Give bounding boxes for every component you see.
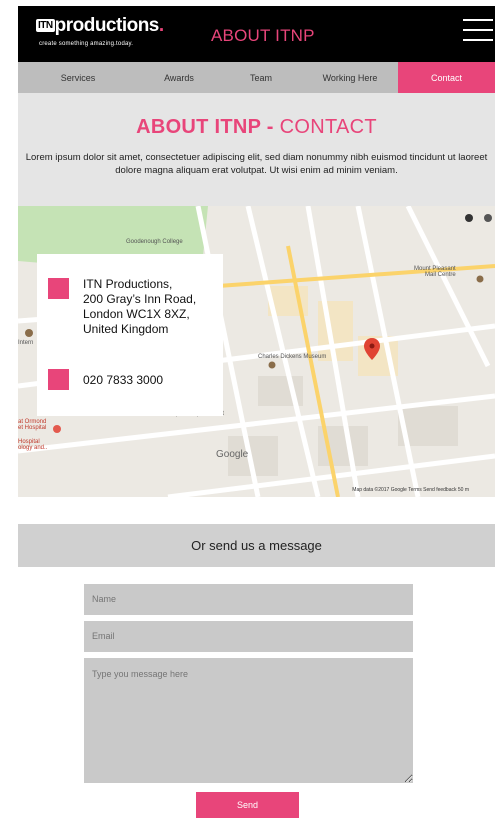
logo-tagline: create something amazing.today. bbox=[39, 41, 134, 47]
map-label-college: Goodenough College bbox=[126, 239, 183, 245]
nav-item-awards[interactable]: Awards bbox=[138, 62, 220, 93]
map-label-museum: Charles Dickens Museum bbox=[258, 354, 327, 360]
google-logo: Google bbox=[216, 449, 249, 460]
address-card: ITN Productions, 200 Gray’s Inn Road, Lo… bbox=[37, 254, 223, 416]
address-block: ITN Productions, 200 Gray’s Inn Road, Lo… bbox=[83, 277, 196, 337]
heading-light: CONTACT bbox=[279, 116, 377, 138]
map-label-hospital2: Hospital ology and.. bbox=[18, 439, 48, 451]
heading-bold: ABOUT ITNP - bbox=[136, 116, 274, 138]
map-label-intern: Intern bbox=[18, 340, 34, 346]
logo[interactable]: ITN productions. bbox=[36, 15, 164, 37]
map-label-mount-pleasant: Mount Pleasant Mail Centre bbox=[414, 266, 456, 278]
intro-section: ABOUT ITNP - CONTACT Lorem ipsum dolor s… bbox=[18, 93, 495, 206]
nav-item-working-here[interactable]: Working Here bbox=[302, 62, 398, 93]
main-nav: Services Awards Team Working Here Contac… bbox=[18, 62, 495, 93]
phone-marker-icon bbox=[48, 369, 69, 390]
logo-dot: . bbox=[158, 15, 165, 36]
map-credit: Map data ©2017 Google Terms Send feedbac… bbox=[352, 487, 469, 493]
message-field[interactable] bbox=[84, 658, 413, 783]
hamburger-menu-icon[interactable] bbox=[463, 19, 493, 49]
phone-number[interactable]: 020 7833 3000 bbox=[83, 373, 163, 388]
contact-form: Send bbox=[84, 584, 413, 818]
section-heading: ABOUT ITNP - CONTACT bbox=[18, 116, 495, 139]
page-title: ABOUT ITNP bbox=[211, 26, 315, 45]
nav-item-team[interactable]: Team bbox=[220, 62, 302, 93]
nav-item-services[interactable]: Services bbox=[18, 62, 138, 93]
address-marker-icon bbox=[48, 278, 69, 299]
email-field[interactable] bbox=[84, 621, 413, 652]
address-line: 200 Gray’s Inn Road, bbox=[83, 292, 197, 306]
message-band: Or send us a message bbox=[18, 524, 495, 567]
address-line: United Kingdom bbox=[83, 322, 169, 336]
name-field[interactable] bbox=[84, 584, 413, 615]
page: ITN productions. create something amazing… bbox=[18, 6, 495, 567]
logo-word: productions bbox=[54, 15, 160, 36]
address-line: London WC1X 8XZ, bbox=[83, 307, 190, 321]
address-line: ITN Productions, bbox=[83, 277, 173, 291]
nav-item-contact[interactable]: Contact bbox=[398, 62, 495, 93]
send-button[interactable]: Send bbox=[196, 792, 299, 818]
logo-mark: ITN bbox=[36, 19, 55, 32]
location-map[interactable]: Goodenough College Charles Dickens Museu… bbox=[18, 206, 495, 497]
map-label-hospital: at Ormond et Hospital bbox=[18, 419, 47, 431]
site-header: ITN productions. create something amazing… bbox=[18, 6, 495, 62]
intro-paragraph: Lorem ipsum dolor sit amet, consectetuer… bbox=[25, 152, 488, 176]
